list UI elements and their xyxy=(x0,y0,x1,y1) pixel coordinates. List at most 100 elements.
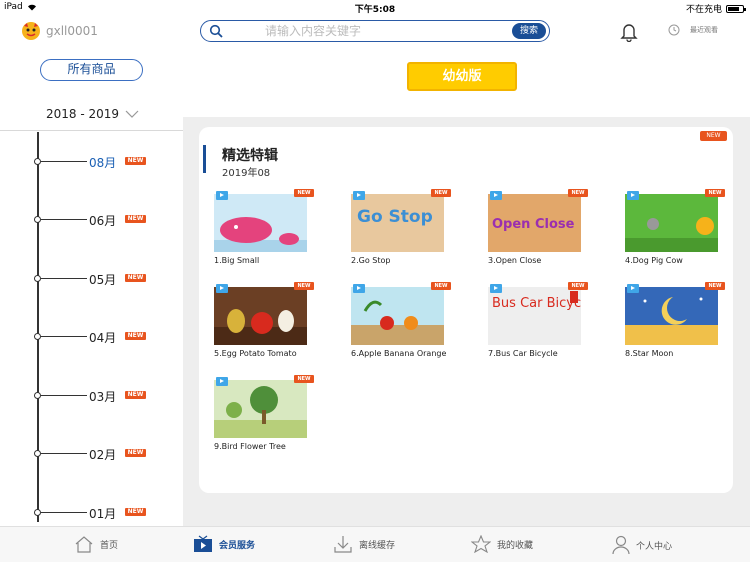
tab-favorites[interactable]: 我的收藏 xyxy=(471,535,533,553)
video-badge-icon xyxy=(216,284,228,293)
tab-label: 离线缓存 xyxy=(359,540,396,551)
tv-play-icon xyxy=(194,535,212,552)
level-button[interactable]: 幼幼版 xyxy=(407,62,517,91)
month-label: 04月 xyxy=(89,331,117,345)
timeline-month-08[interactable]: 08月 NEW xyxy=(34,154,184,170)
video-caption: 3.Open Close xyxy=(488,256,542,265)
month-label: 08月 xyxy=(89,156,117,170)
new-badge: NEW xyxy=(568,282,588,290)
section-title: 精选特辑 xyxy=(222,148,278,164)
tab-personal-center[interactable]: 个人中心 xyxy=(612,535,672,555)
video-thumbnail: Bus Car Bicycle xyxy=(488,287,581,345)
year-label: 2018 - 2019 xyxy=(46,107,120,121)
video-item[interactable]: Bus Car Bicycle NEW 7.Bus Car Bicycle xyxy=(488,282,598,358)
video-badge-icon xyxy=(490,191,502,200)
video-thumbnail: Open Close xyxy=(488,194,581,252)
timeline-tick xyxy=(41,453,87,454)
bell-icon[interactable] xyxy=(620,22,638,42)
clock-icon xyxy=(668,24,680,36)
month-label: 02月 xyxy=(89,448,117,462)
new-badge: NEW xyxy=(125,508,146,516)
tab-offline-cache[interactable]: 离线缓存 xyxy=(333,535,395,553)
battery-icon xyxy=(726,4,746,13)
video-item[interactable]: NEW 8.Star Moon xyxy=(625,282,735,358)
video-caption: 4.Dog Pig Cow xyxy=(625,256,683,265)
video-thumbnail: Go Stop xyxy=(351,194,444,252)
new-badge: NEW xyxy=(705,189,725,197)
tab-bar: 首页 会员服务 离线缓存 我的收藏 个人中心 xyxy=(0,526,750,562)
video-item[interactable]: Open Close NEW 3.Open Close xyxy=(488,189,598,265)
new-badge: NEW xyxy=(125,215,146,223)
tiger-logo-icon xyxy=(22,22,40,40)
timeline-dot xyxy=(34,333,41,340)
tab-label: 个人中心 xyxy=(636,541,673,552)
video-caption: 1.Big Small xyxy=(214,256,260,265)
new-badge: NEW xyxy=(431,282,451,290)
tab-member-service[interactable]: 会员服务 xyxy=(193,535,255,553)
timeline-month-05[interactable]: 05月 NEW xyxy=(34,271,184,287)
timeline-month-02[interactable]: 02月 NEW xyxy=(34,446,184,462)
new-badge: NEW xyxy=(125,391,146,399)
new-badge: NEW xyxy=(431,189,451,197)
new-badge: NEW xyxy=(705,282,725,290)
video-thumbnail xyxy=(625,287,718,345)
new-badge: NEW xyxy=(125,332,146,340)
video-item[interactable]: Go Stop NEW 2.Go Stop xyxy=(351,189,461,265)
recent-button[interactable]: 最近观看 xyxy=(668,24,718,36)
video-item[interactable]: NEW 5.Egg Potato Tomato xyxy=(214,282,324,358)
thumb-text: Go Stop xyxy=(357,207,433,227)
video-caption: 7.Bus Car Bicycle xyxy=(488,349,558,358)
video-caption: 9.Bird Flower Tree xyxy=(214,442,286,451)
video-badge-icon xyxy=(216,191,228,200)
video-caption: 6.Apple Banana Orange xyxy=(351,349,447,358)
year-selector[interactable]: 2018 - 2019 xyxy=(46,107,139,121)
timeline-dot xyxy=(34,158,41,165)
left-divider xyxy=(0,130,183,131)
new-badge: NEW xyxy=(294,282,314,290)
thumb-text: Bus Car Bicycle xyxy=(492,296,581,311)
video-badge-icon xyxy=(216,377,228,386)
recent-label: 最近观看 xyxy=(690,26,718,34)
timeline-month-06[interactable]: 06月 NEW xyxy=(34,212,184,228)
star-icon xyxy=(471,535,491,553)
timeline-dot xyxy=(34,392,41,399)
video-item[interactable]: NEW 4.Dog Pig Cow xyxy=(625,189,735,265)
tab-label: 我的收藏 xyxy=(497,540,534,551)
month-label: 05月 xyxy=(89,273,117,287)
section-accent-bar xyxy=(203,145,206,173)
video-caption: 5.Egg Potato Tomato xyxy=(214,349,297,358)
section-date: 2019年08 xyxy=(222,168,271,179)
timeline-month-04[interactable]: 04月 NEW xyxy=(34,329,184,345)
video-thumbnail xyxy=(351,287,444,345)
search-button[interactable]: 搜索 xyxy=(512,23,546,39)
search-icon xyxy=(209,24,223,38)
timeline-month-01[interactable]: 01月 NEW xyxy=(34,505,184,521)
video-badge-icon xyxy=(627,191,639,200)
video-thumbnail xyxy=(214,380,307,438)
timeline-month-03[interactable]: 03月 NEW xyxy=(34,388,184,404)
timeline-dot xyxy=(34,275,41,282)
video-thumbnail xyxy=(625,194,718,252)
all-products-button[interactable]: 所有商品 xyxy=(40,59,143,81)
video-item[interactable]: NEW 9.Bird Flower Tree xyxy=(214,375,324,451)
video-caption: 2.Go Stop xyxy=(351,256,391,265)
download-icon xyxy=(334,536,352,553)
timeline-tick xyxy=(41,395,87,396)
video-badge-icon xyxy=(353,191,365,200)
status-bar: iPad 下午5:08 不在充电 xyxy=(0,0,750,15)
timeline-tick xyxy=(41,336,87,337)
video-badge-icon xyxy=(627,284,639,293)
timeline-dot xyxy=(34,216,41,223)
video-item[interactable]: NEW 1.Big Small xyxy=(214,189,324,265)
tab-label: 首页 xyxy=(100,540,119,551)
timeline-tick xyxy=(41,161,87,162)
video-badge-icon xyxy=(353,284,365,293)
timeline-line xyxy=(37,132,39,522)
search-input[interactable] xyxy=(265,23,505,39)
timeline-tick xyxy=(41,512,87,513)
tab-home[interactable]: 首页 xyxy=(74,535,118,553)
video-item[interactable]: NEW 6.Apple Banana Orange xyxy=(351,282,461,358)
new-badge: NEW xyxy=(125,449,146,457)
search-bar[interactable]: 搜索 xyxy=(200,20,550,42)
card-new-badge: NEW xyxy=(700,131,727,141)
